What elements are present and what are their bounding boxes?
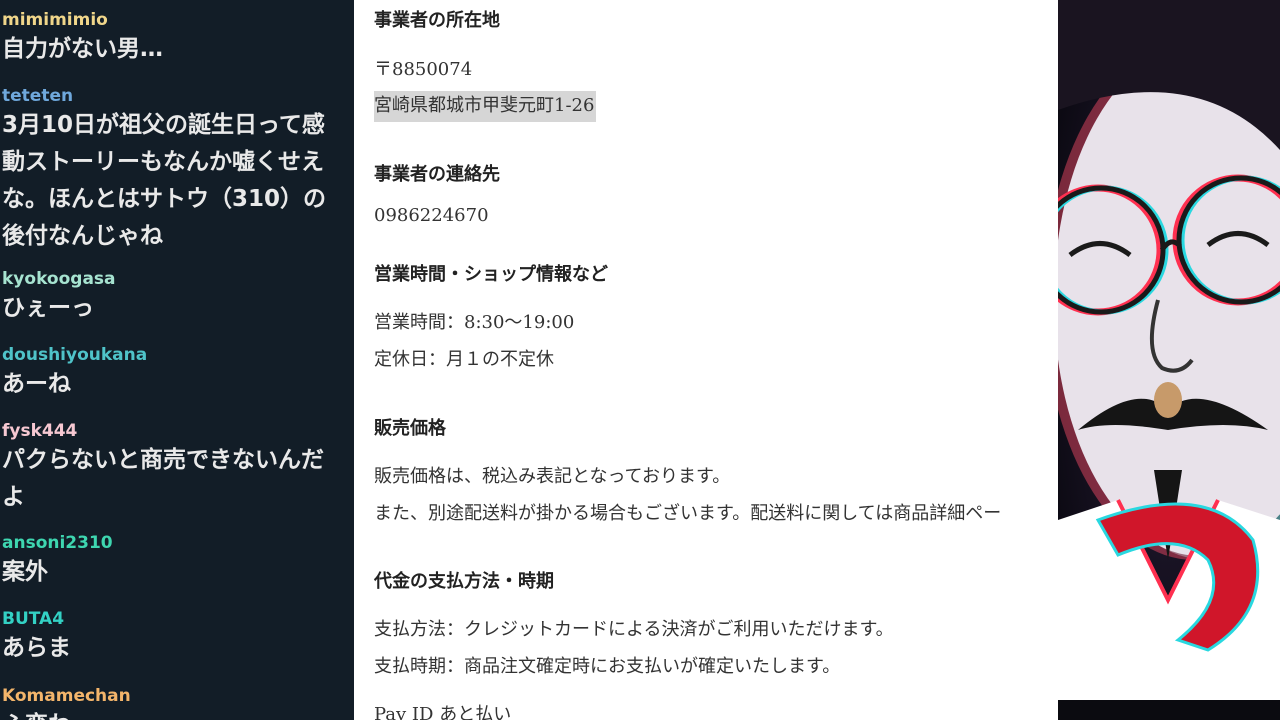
hours-heading: 営業時間・ショップ情報など [374,264,608,285]
price-line-2: また、別途配送料が掛かる場合もございます。配送料に関しては商品詳細ペー [374,503,1002,524]
chat-message: mimimimio 自力がない男… [2,10,354,68]
chat-username[interactable]: BUTA4 [2,609,354,629]
price-line-1: 販売価格は、税込み表記となっております。 [374,466,731,487]
business-hours: 営業時間：8:30～19:00 [374,312,575,333]
chat-message-text: 自力がない男… [2,36,163,62]
chat-message: doushiyoukana あーね [2,345,354,403]
price-heading: 販売価格 [374,418,446,439]
chat-message: BUTA4 あらま [2,609,354,667]
phone-number: 0986224670 [374,205,489,226]
chat-message-text: あーね [2,371,71,397]
chat-message: ansoni2310 案外 [2,533,354,591]
chat-panel: mimimimio 自力がない男… teteten 3月10日が祖父の誕生日って… [0,0,354,720]
chat-username[interactable]: ansoni2310 [2,533,354,553]
chat-username[interactable]: kyokoogasa [2,269,354,289]
chat-username[interactable]: mimimimio [2,10,354,30]
chat-username[interactable]: doushiyoukana [2,345,354,365]
postal-code: 〒8850074 [374,59,473,80]
chat-message-text: あらま [2,635,71,661]
chat-message: Komamechan ふ変わ [2,686,354,720]
payid-heading: Pay ID あと払い [374,704,512,720]
payment-heading: 代金の支払方法・時期 [374,571,554,592]
avatar-face-icon [1058,0,1280,720]
chat-message-text: 案外 [2,559,48,585]
address-text[interactable]: 宮崎県都城市甲斐元町1-26 [374,91,597,122]
holiday-info: 定休日：月１の不定休 [374,349,554,370]
chat-message-text: ふ変わ [2,707,354,720]
payment-method: 支払方法：クレジットカードによる決済がご利用いただけます。 [374,619,894,640]
chat-username[interactable]: teteten [2,86,354,106]
address-selection[interactable]: 宮崎県都城市甲斐元町1-26 [374,91,597,122]
chat-message-text: ひぇーっ [2,295,94,321]
chat-message: fysk444 パクらないと商売できないんだ よ [2,421,354,516]
chat-message: teteten 3月10日が祖父の誕生日って感 動ストーリーもなんか嘘くせえ な… [2,86,354,255]
chat-message-text: パクらないと商売できないんだ よ [2,447,324,510]
payment-time: 支払時期：商品注文確定時にお支払いが確定いたします。 [374,656,841,677]
chat-username[interactable]: fysk444 [2,421,354,441]
chat-username[interactable]: Komamechan [2,686,354,706]
chat-message: kyokoogasa ひぇーっ [2,269,354,327]
contact-heading: 事業者の連絡先 [374,164,500,185]
location-heading: 事業者の所在地 [374,10,500,31]
business-info-page: 事業者の所在地 〒8850074 宮崎県都城市甲斐元町1-26 事業者の連絡先 … [354,0,1058,720]
streamer-portrait-image [1058,0,1280,720]
chat-message-text: 3月10日が祖父の誕生日って感 動ストーリーもなんか嘘くせえ な。ほんとはサトウ… [2,112,327,249]
